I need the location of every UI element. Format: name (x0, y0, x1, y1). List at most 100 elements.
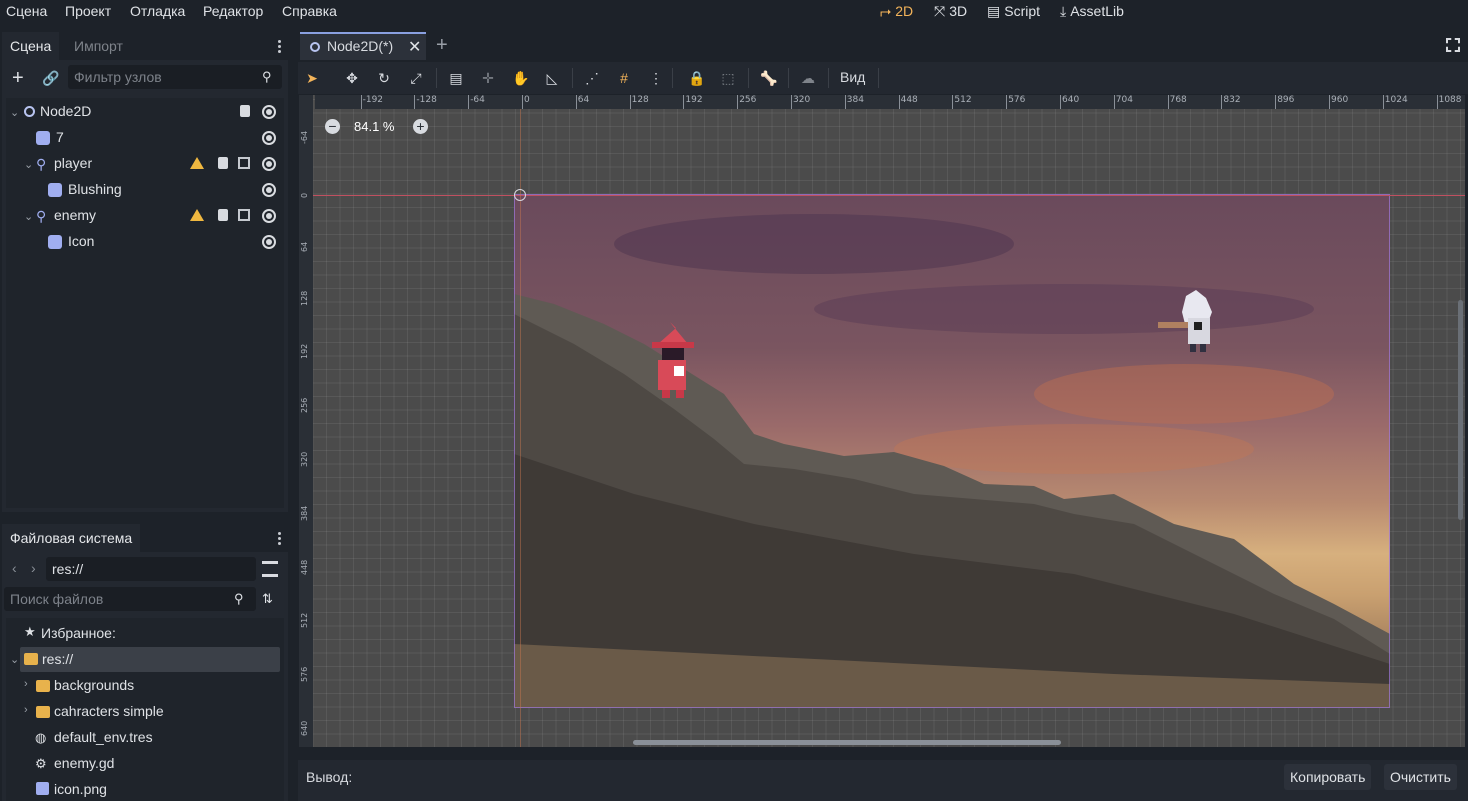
layout-toggle-icon[interactable] (262, 561, 278, 577)
ruler-tick-label: 576 (1006, 95, 1026, 109)
script-icon[interactable] (218, 209, 228, 221)
snap-options-icon[interactable]: ⋮ (648, 70, 664, 86)
gear-icon: ⚙ (35, 756, 47, 771)
warning-icon[interactable] (190, 157, 204, 169)
pan-tool-icon[interactable]: ✋ (512, 70, 529, 86)
tree-item-node2d[interactable]: Node2D (40, 98, 91, 124)
image-icon (36, 782, 49, 795)
dock-menu-icon[interactable] (278, 530, 282, 547)
visibility-icon[interactable] (262, 131, 276, 145)
file-item-backgrounds[interactable]: backgrounds (54, 672, 134, 698)
chevron-down-icon[interactable]: ⌄ (10, 653, 19, 666)
warning-icon[interactable] (190, 209, 204, 221)
back-icon[interactable]: ‹ (12, 560, 17, 576)
file-item-icon-png[interactable]: icon.png (54, 776, 107, 801)
chevron-down-icon[interactable]: ⌄ (24, 158, 33, 171)
menu-debug[interactable]: Отладка (130, 3, 185, 19)
group-icon[interactable] (238, 209, 250, 221)
chevron-down-icon[interactable]: ⌄ (10, 106, 19, 119)
menu-project[interactable]: Проект (65, 3, 111, 19)
ruler-tick-label: 640 (300, 720, 309, 736)
group-icon[interactable] (238, 157, 250, 169)
horizontal-scrollbar[interactable] (633, 740, 1061, 745)
chevron-right-icon[interactable]: › (24, 704, 28, 716)
view-menu[interactable]: Вид (840, 69, 865, 85)
add-tab-icon[interactable]: + (436, 34, 448, 57)
rotate-tool-icon[interactable]: ↻ (376, 70, 392, 86)
fullscreen-icon[interactable] (1446, 38, 1460, 52)
smart-snap-icon[interactable]: ⋰ (584, 70, 600, 86)
forward-icon[interactable]: › (31, 560, 36, 576)
workspace-3d-button[interactable]: ⤧ 3D (934, 3, 967, 20)
tree-item-icon[interactable]: Icon (68, 228, 94, 254)
star-icon: ★ (24, 624, 36, 639)
add-node-icon[interactable]: + (12, 68, 24, 88)
dock-menu-icon[interactable] (278, 38, 282, 55)
visibility-icon[interactable] (262, 183, 276, 197)
menu-help[interactable]: Справка (282, 3, 337, 19)
copy-button[interactable]: Копировать (1284, 764, 1372, 790)
scene-dock-tabs: Сцена Импорт (2, 32, 288, 60)
group-icon[interactable]: ⬚ (720, 70, 736, 86)
visibility-icon[interactable] (262, 105, 276, 119)
file-item-characters[interactable]: cahracters simple (54, 698, 164, 724)
tab-import[interactable]: Импорт (66, 32, 131, 60)
script-icon[interactable] (240, 105, 250, 117)
camera-icon[interactable]: ☁ (800, 70, 816, 86)
output-label: Вывод: (306, 769, 353, 785)
ruler-tick-label: 128 (629, 95, 649, 109)
zoom-in-icon[interactable]: + (413, 119, 428, 134)
path-field[interactable]: res:// (46, 557, 256, 581)
chevron-down-icon[interactable]: ⌄ (24, 210, 33, 223)
visibility-icon[interactable] (262, 157, 276, 171)
file-search-input[interactable]: Поиск файлов (4, 587, 256, 611)
grid-snap-icon[interactable]: # (616, 70, 632, 86)
script-icon[interactable] (218, 157, 228, 169)
ruler-tick-label: 192 (300, 344, 309, 360)
workspace-assetlib-button[interactable]: ⤓ AssetLib (1060, 3, 1124, 20)
tree-item-7[interactable]: 7 (56, 124, 64, 150)
tab-filesystem[interactable]: Файловая система (2, 524, 141, 552)
ruler-tick-label: 64 (575, 95, 590, 109)
file-item-default-env[interactable]: default_env.tres (54, 724, 153, 750)
tab-node2d[interactable]: Node2D(*) ✕ (300, 32, 426, 60)
ruler-tool-icon[interactable]: ◺ (544, 70, 560, 86)
tree-item-blushing[interactable]: Blushing (68, 176, 122, 202)
clear-button[interactable]: Очистить (1384, 764, 1457, 790)
tree-item-enemy[interactable]: enemy (54, 202, 96, 228)
move-tool-icon[interactable]: ✥ (344, 70, 360, 86)
select-tool-icon[interactable]: ➤ (304, 70, 320, 86)
file-item-res-label: res:// (42, 651, 74, 667)
ruler-tick-label: 576 (300, 666, 309, 683)
menu-editor[interactable]: Редактор (203, 3, 263, 19)
ruler-tick-label: 1024 (1382, 95, 1408, 109)
visibility-icon[interactable] (262, 235, 276, 249)
vertical-scrollbar[interactable] (1458, 300, 1463, 520)
node-filter-input[interactable]: Фильтр узлов (68, 65, 282, 89)
menu-scene[interactable]: Сцена (6, 3, 47, 19)
zoom-out-icon[interactable]: − (325, 119, 340, 134)
node2d-icon (24, 106, 35, 117)
close-icon[interactable]: ✕ (408, 37, 421, 57)
visibility-icon[interactable] (262, 209, 276, 223)
ruler-tick-label: 832 (1221, 95, 1241, 109)
workspace-2d-button[interactable]: ⮣ 2D (880, 3, 913, 20)
link-icon[interactable]: 🔗 (42, 70, 59, 87)
node2d-icon (310, 42, 320, 52)
pivot-tool-icon[interactable]: ✛ (480, 70, 496, 86)
ruler-tick-label: 192 (683, 95, 703, 109)
lock-icon[interactable]: 🔒 (688, 70, 705, 86)
list-select-icon[interactable]: ▤ (448, 70, 464, 86)
bone-icon[interactable]: 🦴 (760, 70, 777, 86)
search-icon: ⚲ (234, 591, 244, 606)
file-item-enemy-gd[interactable]: enemy.gd (54, 750, 114, 776)
scale-tool-icon[interactable]: ⤢ (408, 70, 424, 86)
zoom-level[interactable]: 84.1 % (354, 119, 394, 134)
tree-item-player[interactable]: player (54, 150, 92, 176)
workspace-script-button[interactable]: ▤ Script (987, 3, 1040, 20)
tab-label: Node2D(*) (327, 38, 394, 54)
chevron-right-icon[interactable]: › (24, 678, 28, 690)
scene-dock: + 🔗 Фильтр узлов ⚲ ⌄ Node2D 7 ⌄ ⚲ player… (2, 60, 288, 512)
tab-scene[interactable]: Сцена (2, 32, 60, 60)
sort-icon[interactable]: ⇅ (262, 591, 273, 607)
